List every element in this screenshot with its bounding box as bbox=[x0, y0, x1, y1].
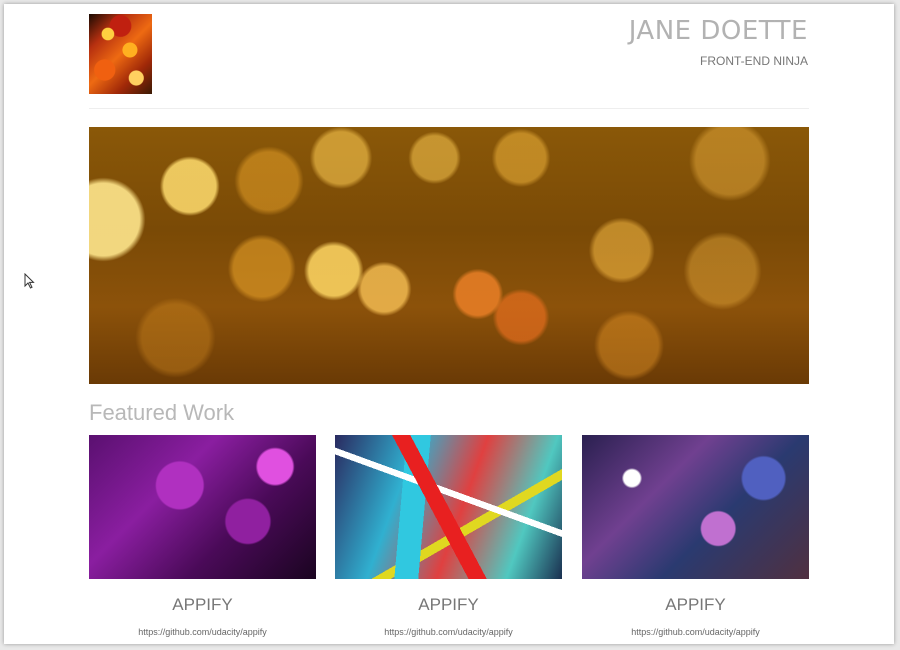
project-image[interactable] bbox=[89, 435, 316, 579]
project-title: APPIFY bbox=[172, 595, 233, 614]
project-card: APPIFY https://github.com/udacity/appify bbox=[89, 435, 316, 644]
project-link[interactable]: https://github.com/udacity/appify bbox=[582, 627, 809, 637]
project-title: APPIFY bbox=[665, 595, 726, 614]
page-title: JANE DOETTE bbox=[628, 16, 808, 46]
project-title: APPIFY bbox=[418, 595, 479, 614]
logo-image bbox=[89, 14, 152, 94]
project-image[interactable] bbox=[335, 435, 562, 579]
project-image[interactable] bbox=[582, 435, 809, 579]
project-card: APPIFY https://github.com/udacity/appify bbox=[582, 435, 809, 644]
project-link[interactable]: https://github.com/udacity/appify bbox=[335, 627, 562, 637]
header-divider bbox=[89, 108, 809, 109]
page-subtitle: FRONT-END NINJA bbox=[700, 54, 808, 68]
project-link[interactable]: https://github.com/udacity/appify bbox=[89, 627, 316, 637]
section-title: Featured Work bbox=[89, 400, 235, 425]
hero-image bbox=[89, 127, 809, 384]
page: JANE DOETTE FRONT-END NINJA Featured Wor… bbox=[4, 4, 894, 644]
mouse-pointer-icon bbox=[24, 273, 35, 289]
project-card: APPIFY https://github.com/udacity/appify bbox=[335, 435, 562, 644]
